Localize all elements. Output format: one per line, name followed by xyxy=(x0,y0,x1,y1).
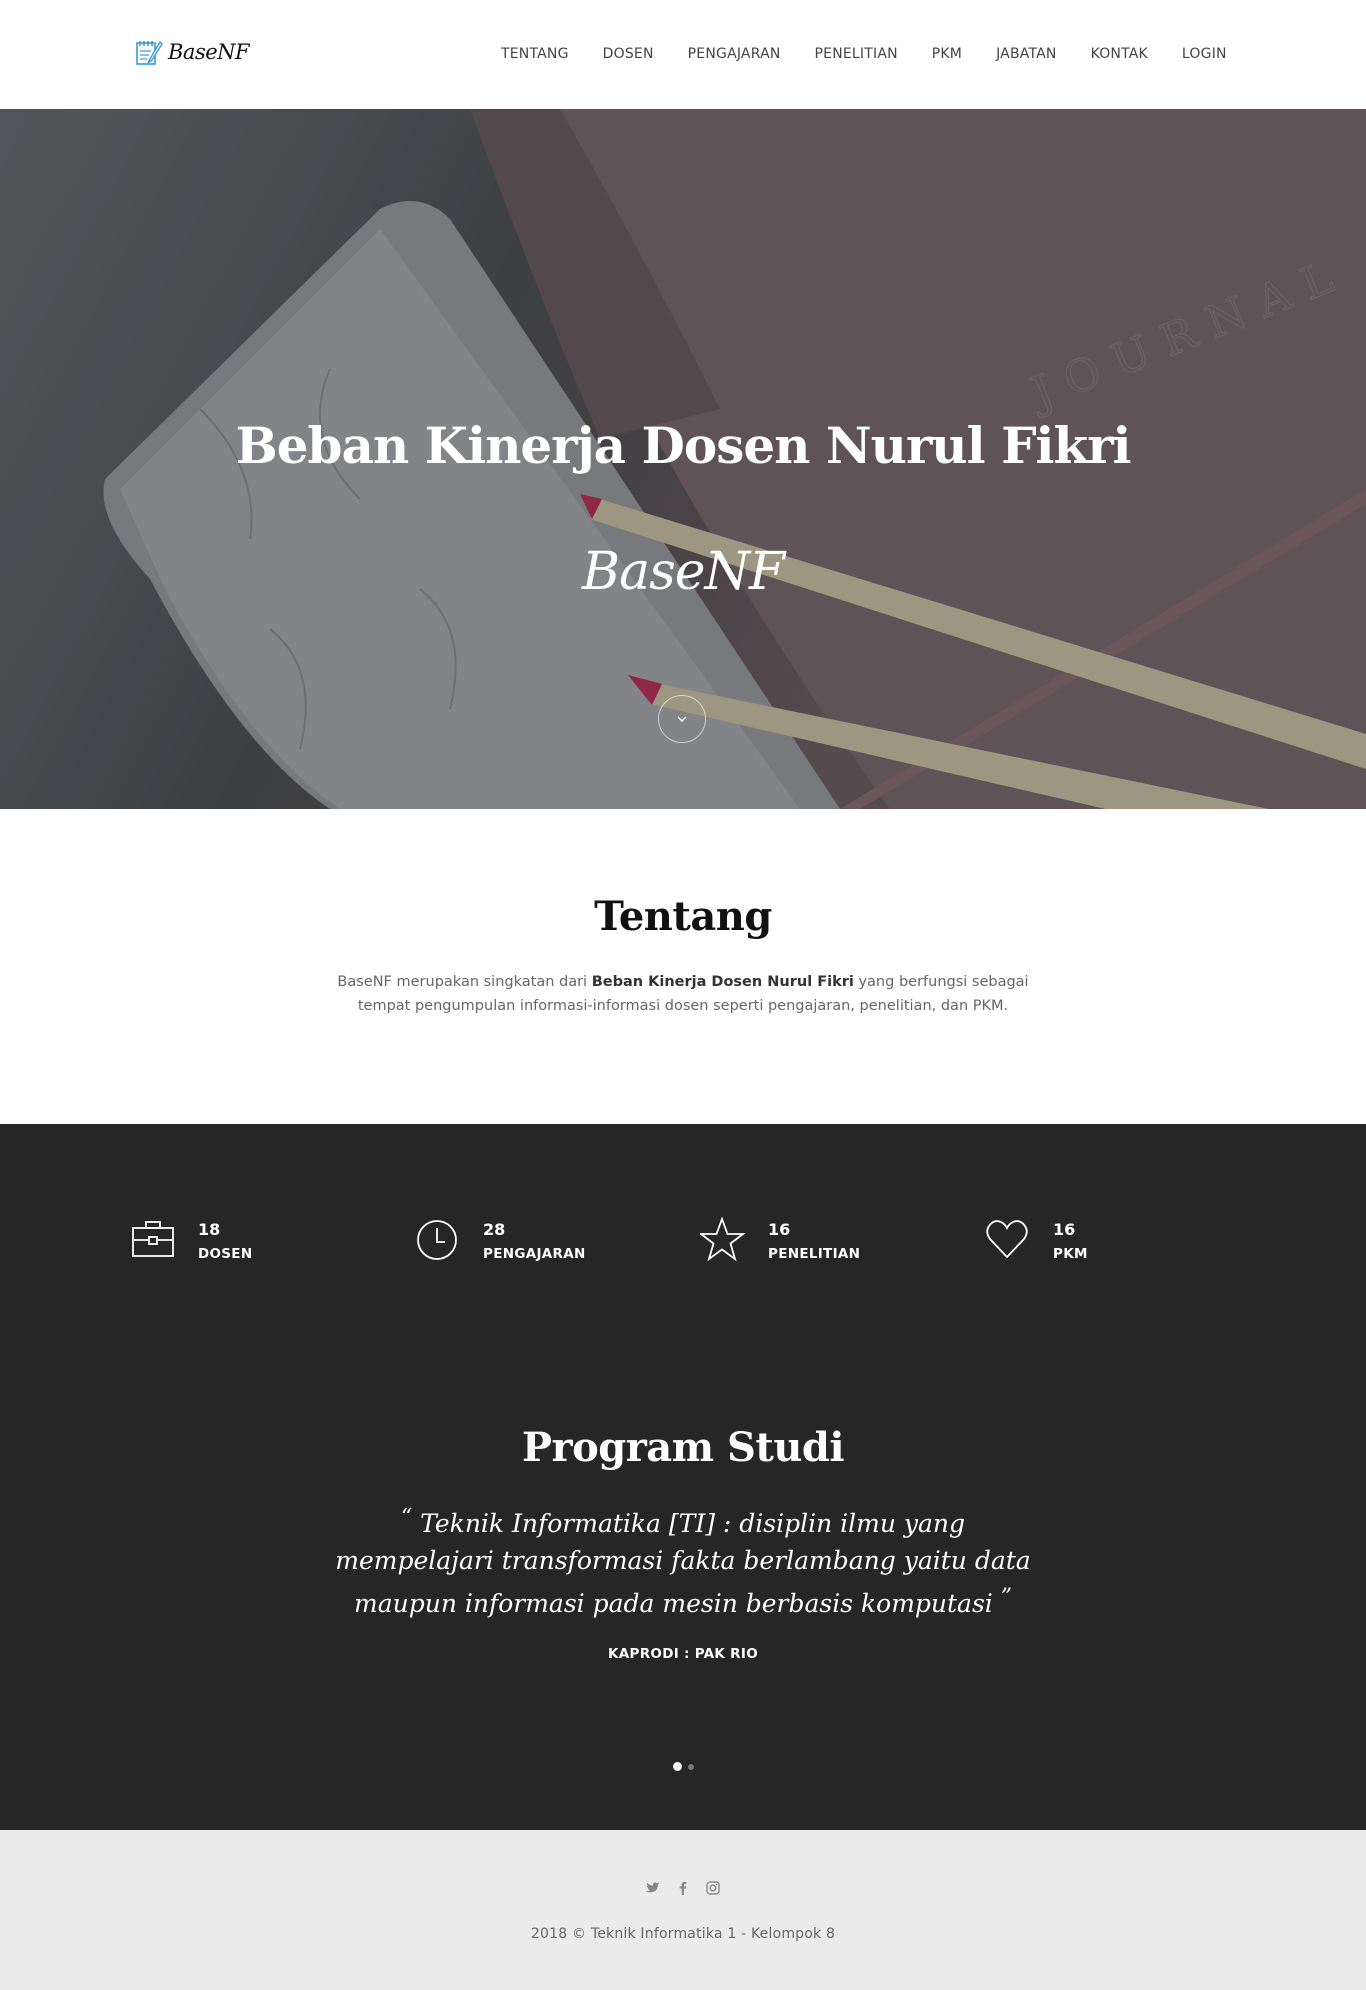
stat-pengajaran-value: 28 xyxy=(483,1220,506,1239)
stat-pkm-value: 16 xyxy=(1053,1220,1076,1239)
star-icon xyxy=(700,1216,746,1262)
about-text-before: BaseNF merupakan singkatan dari xyxy=(337,974,592,990)
carousel-dots xyxy=(0,1762,1366,1771)
nav-tentang[interactable]: TENTANG xyxy=(501,46,569,62)
footer: 2018 © Teknik Informatika 1 - Kelompok 8 xyxy=(0,1830,1366,1990)
program-quote-text: Teknik Informatika [TI] : disiplin ilmu … xyxy=(335,1509,1031,1618)
clock-icon xyxy=(417,1220,457,1260)
copyright: 2018 © Teknik Informatika 1 - Kelompok 8 xyxy=(530,1926,836,1942)
twitter-icon xyxy=(646,1882,660,1893)
notepad-pencil-icon xyxy=(136,40,163,65)
facebook-link[interactable] xyxy=(675,1880,691,1900)
carousel-dot[interactable] xyxy=(687,1764,694,1770)
briefcase-icon xyxy=(132,1221,174,1257)
program-heading: Program Studi xyxy=(521,1424,845,1471)
navbar: BaseNF TENTANG DOSEN PENGAJARAN PENELITI… xyxy=(0,0,1366,109)
stat-penelitian-label: PENELITIAN xyxy=(768,1246,861,1262)
hero-title: Beban Kinerja Dosen Nurul Fikri xyxy=(235,416,1131,475)
nav-dosen[interactable]: DOSEN xyxy=(603,46,654,62)
nav-login[interactable]: LOGIN xyxy=(1182,46,1227,62)
stat-pkm-label: PKM xyxy=(1053,1246,1088,1262)
stats-row: 18 DOSEN 28 PENGAJARAN 16 PENELITIAN 16 … xyxy=(130,1216,1270,1264)
brand-logo[interactable]: BaseNF xyxy=(134,37,250,67)
program-quote: “ Teknik Informatika [TI] : disiplin ilm… xyxy=(333,1499,1033,1622)
stat-dosen: 18 DOSEN xyxy=(130,1216,415,1264)
social-links xyxy=(0,1830,1366,1900)
nav-kontak[interactable]: KONTAK xyxy=(1091,46,1148,62)
carousel-dot-active[interactable] xyxy=(672,1762,682,1771)
scroll-down-button[interactable] xyxy=(658,695,706,743)
stat-pengajaran-label: PENGAJARAN xyxy=(483,1246,586,1262)
stat-dosen-value: 18 xyxy=(198,1220,221,1239)
stat-penelitian: 16 PENELITIAN xyxy=(700,1216,985,1264)
program-author: KAPRODI : PAK RIO xyxy=(608,1646,758,1662)
close-quote-icon: ” xyxy=(1000,1585,1012,1610)
main-nav: TENTANG DOSEN PENGAJARAN PENELITIAN PKM … xyxy=(501,46,1227,62)
nav-pkm[interactable]: PKM xyxy=(932,46,962,62)
twitter-link[interactable] xyxy=(645,1880,661,1900)
stats-program-section: 18 DOSEN 28 PENGAJARAN 16 PENELITIAN 16 … xyxy=(0,1124,1366,1830)
about-section: Tentang BaseNF merupakan singkatan dari … xyxy=(0,809,1366,1124)
nav-penelitian[interactable]: PENELITIAN xyxy=(815,46,898,62)
facebook-icon xyxy=(679,1881,687,1895)
heart-icon xyxy=(986,1220,1028,1259)
hero-section: JOURNAL Beban Kinerja Dosen Nurul Fikri … xyxy=(0,109,1366,809)
stat-pkm: 16 PKM xyxy=(985,1216,1270,1264)
stat-penelitian-value: 16 xyxy=(768,1220,791,1239)
instagram-icon xyxy=(706,1881,720,1895)
about-text-bold: Beban Kinerja Dosen Nurul Fikri xyxy=(591,974,854,990)
stat-pengajaran: 28 PENGAJARAN xyxy=(415,1216,700,1264)
hero-subtitle: BaseNF xyxy=(581,542,785,602)
open-quote-icon: “ xyxy=(400,1505,413,1530)
about-text: BaseNF merupakan singkatan dari Beban Ki… xyxy=(313,970,1053,1018)
nav-jabatan[interactable]: JABATAN xyxy=(996,46,1056,62)
program-studi: Program Studi “ Teknik Informatika [TI] … xyxy=(0,1424,1366,1662)
stat-dosen-label: DOSEN xyxy=(198,1246,253,1262)
nav-pengajaran[interactable]: PENGAJARAN xyxy=(688,46,781,62)
about-heading: Tentang xyxy=(594,893,772,940)
brand-name: BaseNF xyxy=(168,40,250,64)
instagram-link[interactable] xyxy=(705,1880,721,1900)
chevron-down-icon xyxy=(677,716,687,722)
